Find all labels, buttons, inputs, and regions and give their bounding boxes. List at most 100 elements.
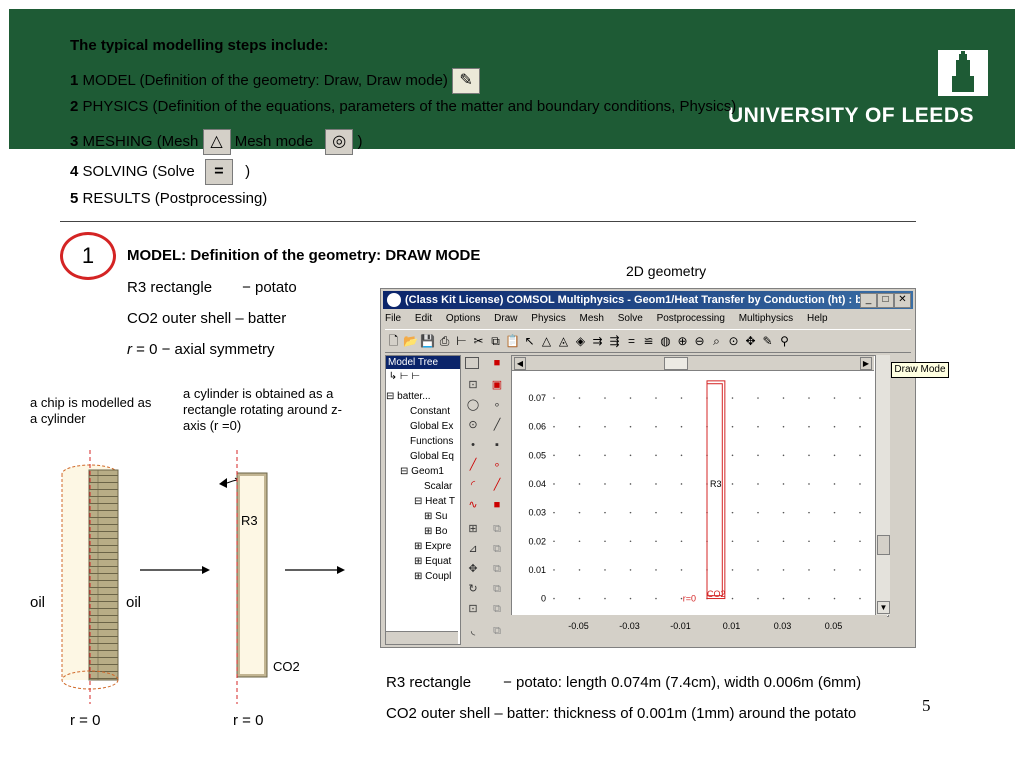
tree-item[interactable]: ⊟ Heat T <box>386 494 460 509</box>
tree-view-icons[interactable]: ↳ ⊢ ⊢ <box>386 369 460 389</box>
ellipse-icon[interactable]: ◯ <box>465 397 481 413</box>
intersect-icon[interactable]: ⧉ <box>489 541 505 557</box>
mirror-icon[interactable]: ⊿ <box>465 541 481 557</box>
tree-item[interactable]: Functions <box>386 434 460 449</box>
tree-item[interactable]: Scalar <box>386 479 460 494</box>
model-tree-icon[interactable]: ⊢ <box>453 330 470 352</box>
tree-item[interactable]: ⊞ Coupl <box>386 569 460 584</box>
scroll-left-icon[interactable]: ◀ <box>514 357 526 370</box>
union-icon[interactable]: ⧉ <box>489 521 505 537</box>
new-icon[interactable]: 🗋 <box>385 330 402 352</box>
tree-item[interactable]: ⊟ batter... <box>386 389 460 404</box>
scroll-down-icon[interactable]: ▼ <box>877 601 890 614</box>
scroll-thumb[interactable] <box>877 535 890 555</box>
horizontal-scrollbar[interactable]: ◀ ▶ <box>512 356 874 371</box>
geometry-canvas[interactable]: ◀ ▶ 0.07 0.06 0.05 0.04 0.03 0.02 0.01 0 R3 r=0 CO… <box>511 355 889 617</box>
array-icon[interactable]: ⊞ <box>465 521 481 537</box>
arc-icon[interactable]: ◜ <box>465 477 481 493</box>
cut-icon[interactable]: ✂ <box>470 330 487 352</box>
scroll-thumb[interactable] <box>664 357 688 370</box>
restart-icon[interactable]: ≌ <box>640 330 657 352</box>
refine-mesh-icon[interactable]: ◬ <box>555 330 572 352</box>
ellipse-center-icon[interactable]: ⊙ <box>465 417 481 433</box>
mesh-triangle-icon[interactable]: △ <box>538 330 555 352</box>
square-icon[interactable]: ▪ <box>489 437 505 453</box>
menu-postprocessing[interactable]: Postprocessing <box>657 313 725 324</box>
minimize-icon[interactable]: _ <box>860 293 877 308</box>
menu-mesh[interactable]: Mesh <box>580 313 604 324</box>
fillet-icon[interactable]: ◟ <box>465 623 481 639</box>
tree-item[interactable]: ⊞ Su <box>386 509 460 524</box>
line-red-icon[interactable]: ╱ <box>465 457 481 473</box>
rect-center-icon[interactable]: ⊡ <box>465 377 481 393</box>
solid-icon[interactable]: ■ <box>489 497 505 513</box>
point-icon[interactable]: ∘ <box>489 397 505 413</box>
vertical-scrollbar[interactable]: ▼ <box>875 355 890 615</box>
tree-scrollbar[interactable] <box>386 631 458 644</box>
grid-dot <box>782 540 785 543</box>
grid-dot <box>731 483 734 485</box>
axis-icon[interactable]: ⚲ <box>776 330 793 352</box>
circle-small-icon[interactable]: ∘ <box>489 457 505 473</box>
coerce-icon[interactable]: ⧉ <box>489 581 505 597</box>
tree-item[interactable]: ⊞ Equat <box>386 554 460 569</box>
zoom-out-icon[interactable]: ⊖ <box>691 330 708 352</box>
copy-icon[interactable]: ⧉ <box>487 330 504 352</box>
grid-dot <box>833 597 836 600</box>
menu-options[interactable]: Options <box>446 313 480 324</box>
menu-file[interactable]: File <box>385 313 401 324</box>
open-icon[interactable]: 📂 <box>402 330 419 352</box>
grid-dot <box>680 569 683 571</box>
menu-help[interactable]: Help <box>807 313 828 324</box>
tree-item[interactable]: Global Eq <box>386 449 460 464</box>
menu-draw[interactable]: Draw <box>494 313 517 324</box>
menu-physics[interactable]: Physics <box>531 313 565 324</box>
y-tick-label: 0.04 <box>528 479 546 489</box>
curve-icon[interactable]: ∿ <box>465 497 481 513</box>
boundary-icon[interactable]: ⇉ <box>589 330 606 352</box>
move-icon[interactable]: ✥ <box>465 561 481 577</box>
rectangle-icon[interactable] <box>465 357 479 369</box>
rotate-icon[interactable]: ↻ <box>465 581 481 597</box>
grid-dot <box>553 540 555 543</box>
grid-dot <box>859 569 861 571</box>
plot-icon[interactable]: ◍ <box>657 330 674 352</box>
difference-icon[interactable]: ⧉ <box>489 561 505 577</box>
tree-item[interactable]: ⊞ Expre <box>386 539 460 554</box>
print-icon[interactable]: ⎙ <box>436 330 453 352</box>
maximize-icon[interactable]: □ <box>877 293 894 308</box>
zoom-in-icon[interactable]: ⊕ <box>674 330 691 352</box>
pointer-icon[interactable]: ↖ <box>521 330 538 352</box>
scroll-right-icon[interactable]: ▶ <box>860 357 872 370</box>
rectangle-fill-icon[interactable]: ■ <box>489 355 505 371</box>
split-icon[interactable]: ⧉ <box>489 601 505 617</box>
tree-item[interactable]: Global Ex <box>386 419 460 434</box>
grid-dot <box>655 569 657 571</box>
menu-multiphysics[interactable]: Multiphysics <box>739 313 793 324</box>
pan-icon[interactable]: ✥ <box>742 330 759 352</box>
line-seg-icon[interactable]: ╱ <box>489 477 505 493</box>
close-icon[interactable]: ✕ <box>894 293 911 308</box>
draw-mode-icon[interactable]: ✎ <box>759 330 776 352</box>
paste-icon[interactable]: 📋 <box>504 330 521 352</box>
tree-item[interactable]: ⊟ Geom1 <box>386 464 460 479</box>
grid-dot <box>859 397 861 399</box>
line-icon[interactable]: ╱ <box>489 417 505 433</box>
delete-icon[interactable]: ⧉ <box>489 623 505 639</box>
zoom-window-icon[interactable]: ⌕ <box>708 330 725 352</box>
scale-icon[interactable]: ⊡ <box>465 601 481 617</box>
arrow-right-icon <box>285 566 345 574</box>
mesh-mode-icon[interactable]: ◈ <box>572 330 589 352</box>
subdomain-icon[interactable]: ⇶ <box>606 330 623 352</box>
dot-icon[interactable]: • <box>465 437 481 453</box>
square-fill-icon[interactable]: ▣ <box>489 377 505 393</box>
grid-dot <box>629 454 632 457</box>
solve-icon[interactable]: = <box>623 330 640 352</box>
menu-edit[interactable]: Edit <box>415 313 432 324</box>
save-icon[interactable]: 💾 <box>419 330 436 352</box>
tree-item[interactable]: ⊞ Bo <box>386 524 460 539</box>
grid-dot <box>553 397 555 399</box>
menu-solve[interactable]: Solve <box>618 313 643 324</box>
tree-item[interactable]: Constant <box>386 404 460 419</box>
zoom-extents-icon[interactable]: ⊙ <box>725 330 742 352</box>
